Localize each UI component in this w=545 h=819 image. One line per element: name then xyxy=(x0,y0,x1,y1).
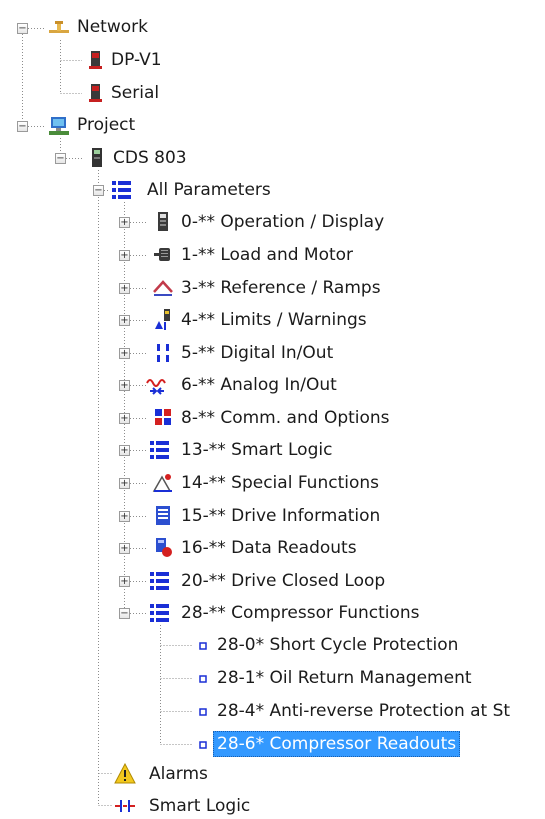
warning-icon xyxy=(114,762,136,784)
tree-item-group[interactable]: 3-** Reference / Ramps xyxy=(178,276,384,300)
tree-item-group[interactable]: 0-** Operation / Display xyxy=(178,210,387,234)
compressor-functions-collapse-toggle[interactable]: − xyxy=(119,608,130,619)
tree-item-cds-803[interactable]: CDS 803 xyxy=(110,146,190,170)
group-expand-toggle[interactable]: + xyxy=(119,576,130,587)
parameter-tree: − Network DP-V1 Serial − Project − CDS 8… xyxy=(0,0,545,819)
group-expand-toggle[interactable]: + xyxy=(119,380,130,391)
smart-logic-list-icon xyxy=(150,441,169,459)
tree-item-project[interactable]: Project xyxy=(74,113,138,137)
tree-item-parameter[interactable]: 28-0* Short Cycle Protection xyxy=(214,633,461,657)
drive-information-icon xyxy=(156,506,170,525)
tree-item-group[interactable]: 28-** Compressor Functions xyxy=(178,601,423,625)
reference-ramps-icon xyxy=(153,280,173,296)
comm-options-icon xyxy=(155,409,171,425)
group-expand-toggle[interactable]: + xyxy=(119,315,130,326)
project-collapse-toggle[interactable]: − xyxy=(17,121,28,132)
tree-item-group[interactable]: 13-** Smart Logic xyxy=(178,438,335,462)
tree-item-group[interactable]: 6-** Analog In/Out xyxy=(178,373,340,397)
tree-item-group[interactable]: 20-** Drive Closed Loop xyxy=(178,569,388,593)
parameter-node-icon xyxy=(199,642,207,650)
network-icon xyxy=(49,21,69,33)
cds803-collapse-toggle[interactable]: − xyxy=(55,153,66,164)
tree-item-parameter-selected[interactable]: 28-6* Compressor Readouts xyxy=(213,731,461,757)
drive-device-icon xyxy=(92,148,102,167)
parameter-node-icon xyxy=(199,708,207,716)
tree-item-group[interactable]: 14-** Special Functions xyxy=(178,471,382,495)
group-expand-toggle[interactable]: + xyxy=(119,445,130,456)
data-readouts-icon xyxy=(156,538,172,557)
analog-io-icon xyxy=(146,379,166,395)
tree-item-smart-logic[interactable]: Smart Logic xyxy=(146,794,253,818)
motor-icon xyxy=(154,248,170,261)
group-expand-toggle[interactable]: + xyxy=(119,543,130,554)
group-expand-toggle[interactable]: + xyxy=(119,478,130,489)
tree-item-dp-v1[interactable]: DP-V1 xyxy=(108,48,165,72)
tree-item-group[interactable]: 16-** Data Readouts xyxy=(178,536,360,560)
project-computer-icon xyxy=(49,117,69,135)
compressor-functions-icon xyxy=(150,604,169,622)
limits-warnings-icon xyxy=(155,309,170,330)
parameter-node-icon xyxy=(199,741,207,749)
operation-display-icon xyxy=(158,212,168,231)
group-expand-toggle[interactable]: + xyxy=(119,413,130,424)
tree-item-parameter[interactable]: 28-1* Oil Return Management xyxy=(214,666,475,690)
group-expand-toggle[interactable]: + xyxy=(119,250,130,261)
parameter-node-icon xyxy=(199,675,207,683)
parameter-list-icon xyxy=(112,181,131,199)
group-expand-toggle[interactable]: + xyxy=(119,348,130,359)
network-collapse-toggle[interactable]: − xyxy=(17,23,28,34)
tree-item-group[interactable]: 5-** Digital In/Out xyxy=(178,341,336,365)
digital-io-icon xyxy=(157,344,169,362)
tree-item-group[interactable]: 4-** Limits / Warnings xyxy=(178,308,370,332)
tree-item-serial[interactable]: Serial xyxy=(108,81,162,105)
smart-logic-icon xyxy=(115,800,135,812)
tree-item-group[interactable]: 1-** Load and Motor xyxy=(178,243,356,267)
tree-item-all-parameters[interactable]: All Parameters xyxy=(144,178,274,202)
drive-red-icon xyxy=(89,51,102,69)
all-parameters-collapse-toggle[interactable]: − xyxy=(93,185,104,196)
special-functions-icon xyxy=(152,474,172,492)
group-expand-toggle[interactable]: + xyxy=(119,217,130,228)
tree-item-parameter[interactable]: 28-4* Anti-reverse Protection at St xyxy=(214,699,513,723)
tree-item-group[interactable]: 15-** Drive Information xyxy=(178,504,383,528)
tree-item-network[interactable]: Network xyxy=(74,15,151,39)
group-expand-toggle[interactable]: + xyxy=(119,283,130,294)
group-expand-toggle[interactable]: + xyxy=(119,511,130,522)
drive-closed-loop-icon xyxy=(150,572,169,590)
tree-item-group[interactable]: 8-** Comm. and Options xyxy=(178,406,393,430)
tree-item-alarms[interactable]: Alarms xyxy=(146,762,211,786)
drive-red-icon xyxy=(89,84,102,102)
